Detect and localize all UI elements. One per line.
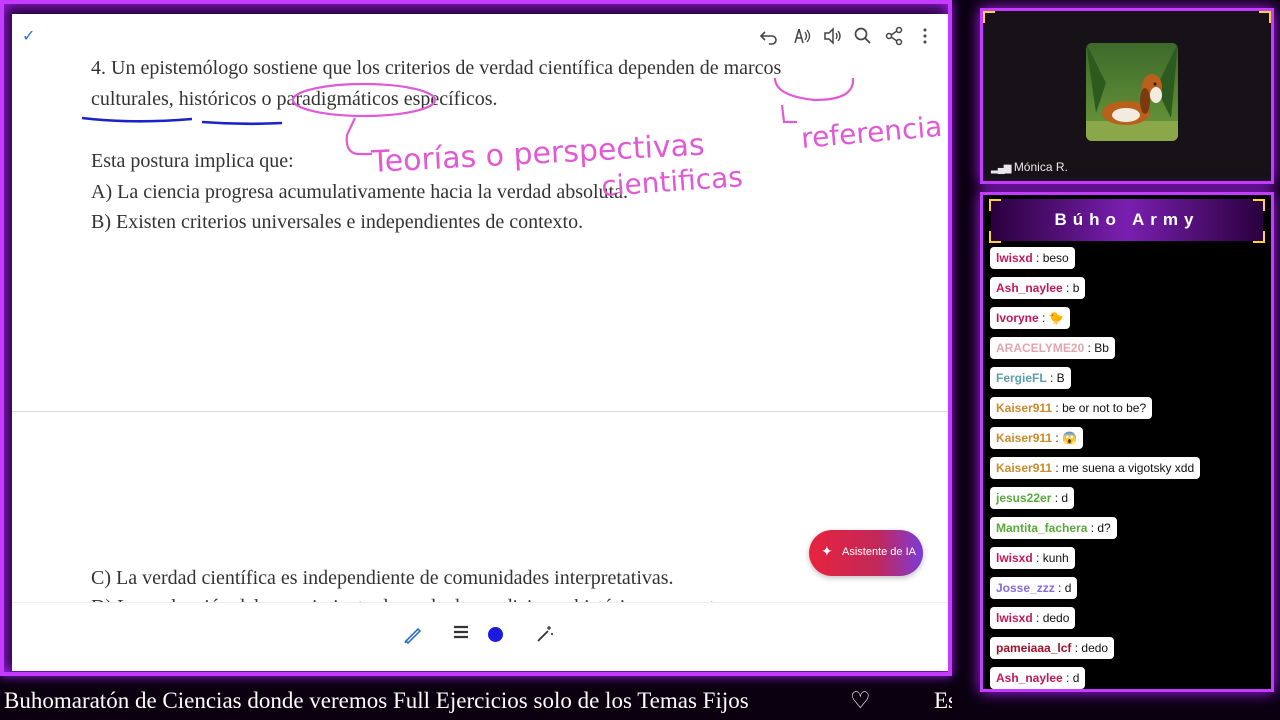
chat-panel: Búho Army lwisxd : beso Ash_naylee : b Ivo… — [980, 192, 1274, 692]
chat-text: : dedo — [1032, 611, 1070, 625]
chat-message: Mantita_fachera : d? — [990, 517, 1117, 539]
chat-username[interactable]: Ash_naylee — [996, 281, 1063, 295]
chat-text: : be or not to be? — [1052, 401, 1147, 415]
chat-text: : B — [1046, 371, 1065, 385]
chat-username[interactable]: pameiaaa_lcf — [996, 641, 1071, 655]
ai-assistant-label: Asistente de IA — [842, 546, 916, 558]
chat-message: Kaiser911 : me suena a vigotsky xdd — [990, 457, 1201, 479]
page-divider — [12, 411, 948, 412]
chat-text: : d — [1062, 671, 1080, 685]
lines-icon[interactable] — [452, 623, 470, 647]
chat-username[interactable]: lwisxd — [996, 551, 1033, 565]
chat-text: : d — [1051, 491, 1069, 505]
chat-text: : Bb — [1084, 341, 1109, 355]
chat-message: pameiaaa_lcf : dedo — [990, 637, 1115, 659]
chat-message: jesus22er : d — [990, 487, 1075, 509]
chat-username[interactable]: ARACELYME20 — [996, 341, 1084, 355]
frame-corner — [989, 199, 1001, 211]
chat-text: : kunh — [1032, 551, 1069, 565]
chat-message: lwisxd : dedo — [990, 607, 1076, 629]
chat-text: : dedo — [1071, 641, 1109, 655]
stream-ticker: Buhomaratón de Ciencias donde veremos Fu… — [0, 684, 952, 720]
chat-message: lwisxd : kunh — [990, 547, 1075, 569]
pen-icon[interactable] — [402, 623, 424, 647]
underline-culturales — [81, 116, 193, 123]
read-aloud-icon[interactable] — [790, 26, 812, 48]
chat-username[interactable]: Kaiser911 — [996, 461, 1052, 475]
chat-message: Kaiser911 : be or not to be? — [990, 397, 1153, 419]
camera-avatar — [1086, 43, 1178, 141]
chat-message: Kaiser911 : 😱 — [990, 427, 1084, 449]
frame-corner — [1253, 231, 1265, 243]
chat-username[interactable]: lwisxd — [996, 611, 1033, 625]
chat-emote-icon: 🐤 — [1045, 311, 1064, 325]
magic-icon[interactable] — [534, 623, 556, 647]
chat-message: Ivoryne : 🐤 — [990, 307, 1070, 329]
signal-icon: ▂▄▆ — [991, 163, 1011, 174]
search-icon[interactable] — [852, 26, 874, 48]
camera-panel: ▂▄▆ Mónica R. — [980, 8, 1274, 184]
heart-icon: ♡ — [850, 688, 871, 713]
undo-icon[interactable] — [758, 26, 780, 48]
chat-text: : me suena a vigotsky xdd — [1052, 461, 1195, 475]
document-viewer-frame: ✓ 4. Un epistemólogo sostiene que los cr… — [0, 0, 952, 676]
speaker-icon[interactable] — [821, 26, 843, 48]
camera-name-tag: ▂▄▆ Mónica R. — [991, 160, 1068, 174]
chat-message: lwisxd : beso — [990, 247, 1075, 269]
arrow-annotation-2 — [780, 104, 797, 124]
chat-message: Ash_naylee : d — [990, 667, 1086, 689]
chat-text: : — [1052, 431, 1059, 445]
chat-username[interactable]: Mantita_fachera — [996, 521, 1087, 535]
more-icon[interactable] — [914, 26, 936, 48]
ai-assistant-button[interactable]: ✦ Asistente de IA — [809, 530, 923, 576]
chat-username[interactable]: Ash_naylee — [996, 671, 1063, 685]
drawing-toolbar — [12, 602, 948, 671]
chat-emote-icon: 😱 — [1058, 431, 1078, 445]
chat-username[interactable]: FergieFL — [996, 371, 1047, 385]
chat-username[interactable]: Kaiser911 — [996, 431, 1052, 445]
chat-message: ARACELYME20 : Bb — [990, 337, 1115, 359]
option-c: C) La verdad científica es independiente… — [91, 567, 674, 589]
check-icon[interactable]: ✓ — [22, 26, 35, 46]
circle-annotation — [291, 82, 437, 118]
chat-title: Búho Army — [991, 199, 1263, 241]
chat-username[interactable]: Ivoryne — [996, 311, 1039, 325]
note-referencia: referencia — [800, 110, 944, 155]
chat-username[interactable]: jesus22er — [996, 491, 1051, 505]
bracket-annotation — [773, 77, 855, 102]
frame-corner — [1253, 199, 1265, 211]
chat-message: Josse_zzz : d — [990, 577, 1078, 599]
chat-text: : d — [1054, 581, 1072, 595]
frame-corner — [1259, 11, 1271, 23]
share-icon[interactable] — [883, 26, 905, 48]
color-dot[interactable] — [488, 627, 503, 642]
handwriting-annotations: Teorías o perspectivas cientificas refer… — [81, 77, 944, 203]
chat-text: : b — [1062, 281, 1080, 295]
chat-text: : d? — [1087, 521, 1111, 535]
frame-corner — [983, 11, 995, 23]
chat-message: Ash_naylee : b — [990, 277, 1086, 299]
chat-username[interactable]: lwisxd — [996, 251, 1033, 265]
chat-username[interactable]: Josse_zzz — [996, 581, 1055, 595]
arrow-annotation-1 — [345, 117, 372, 156]
viewer-toolbar: ✓ — [12, 14, 948, 61]
underline-historicos — [201, 120, 283, 126]
chat-message: FergieFL : B — [990, 367, 1071, 389]
document-viewer: ✓ 4. Un epistemólogo sostiene que los cr… — [12, 14, 948, 671]
camera-name: Mónica R. — [1013, 160, 1068, 174]
chat-text: : beso — [1032, 251, 1069, 265]
document-page: 4. Un epistemólogo sostiene que los crit… — [12, 57, 948, 618]
ticker-trail: Es — [934, 688, 952, 713]
frame-corner — [989, 231, 1001, 243]
chat-username[interactable]: Kaiser911 — [996, 401, 1052, 415]
ai-sparkle-icon: ✦ — [821, 543, 833, 559]
ticker-text: Buhomaratón de Ciencias donde veremos Fu… — [4, 688, 749, 713]
